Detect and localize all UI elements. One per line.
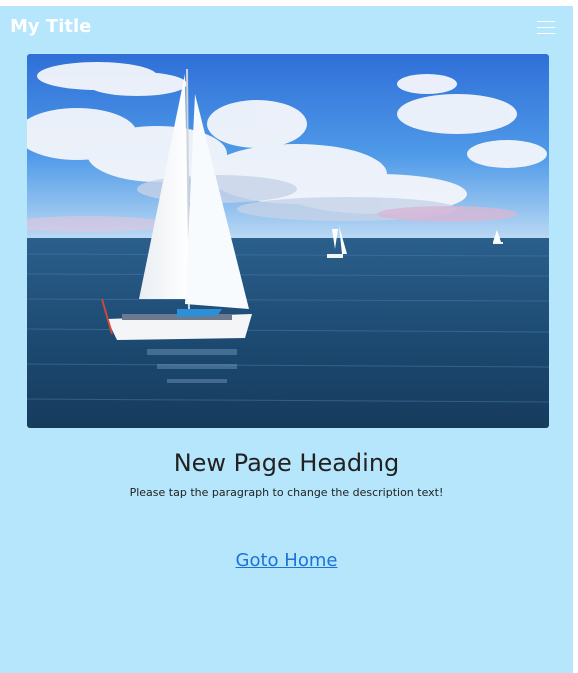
navbar: My Title (0, 6, 573, 50)
hero-image (27, 54, 549, 428)
page-heading: New Page Heading (173, 449, 400, 477)
home-link-container: Goto Home (0, 548, 573, 574)
hamburger-icon[interactable] (537, 21, 555, 35)
goto-home-link[interactable]: Goto Home (236, 550, 338, 571)
app-title: My Title (10, 16, 92, 37)
app-page: My Title New Page Heading Please tap the… (0, 6, 573, 673)
description-paragraph[interactable]: Please tap the paragraph to change the d… (0, 486, 573, 500)
